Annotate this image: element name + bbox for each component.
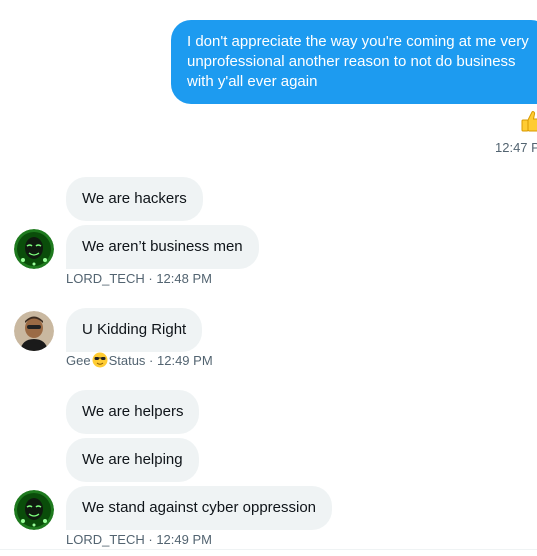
avatar-lord-tech[interactable] — [14, 490, 54, 530]
message-meta: Gee Status · 12:49 PM — [66, 352, 213, 368]
sender-name[interactable]: LORD_TECH — [66, 271, 145, 286]
message-text: We are hackers — [82, 190, 187, 207]
dm-conversation-thread: I don't appreciate the way you're coming… — [0, 0, 537, 556]
message-meta: LORD_TECH · 12:48 PM — [66, 271, 212, 286]
message-meta: LORD_TECH · 12:49 PM — [66, 532, 212, 547]
incoming-message-bubble[interactable]: We are helping — [66, 438, 199, 482]
outgoing-message-bubble[interactable]: I don't appreciate the way you're coming… — [171, 20, 537, 104]
incoming-message-bubble[interactable]: We are hackers — [66, 177, 203, 221]
incoming-message-bubble[interactable]: We stand against cyber oppression — [66, 486, 333, 530]
message-text: We stand against cyber oppression — [82, 499, 317, 516]
message-time: 12:48 PM — [156, 271, 212, 286]
message-text: U Kidding Right — [82, 321, 187, 338]
incoming-message-bubble[interactable]: We aren’t business men — [66, 225, 259, 269]
sender-name-suffix[interactable]: Status — [109, 353, 146, 368]
meta-separator: · — [144, 271, 157, 286]
sender-name[interactable]: LORD_TECH — [66, 532, 145, 547]
avatar-lord-tech[interactable] — [14, 229, 54, 269]
divider — [0, 549, 537, 550]
meta-separator: · — [145, 352, 157, 368]
incoming-message-bubble[interactable]: U Kidding Right — [66, 308, 203, 352]
meta-separator: · — [144, 532, 157, 547]
thumbs-up-icon[interactable] — [520, 110, 537, 134]
avatar-geestatus[interactable] — [14, 311, 54, 351]
incoming-message-bubble[interactable]: We are helpers — [66, 390, 200, 434]
sender-name-prefix[interactable]: Gee — [66, 353, 91, 368]
message-text: We are helpers — [82, 403, 184, 420]
message-time: 12:49 PM — [156, 532, 212, 547]
message-text: We aren’t business men — [82, 238, 243, 255]
message-text: We are helping — [82, 451, 183, 468]
outgoing-message-text: I don't appreciate the way you're coming… — [187, 33, 529, 90]
sunglasses-emoji-icon — [92, 352, 108, 368]
outgoing-message-time: 12:47 PM — [495, 140, 537, 155]
message-time: 12:49 PM — [157, 352, 213, 368]
